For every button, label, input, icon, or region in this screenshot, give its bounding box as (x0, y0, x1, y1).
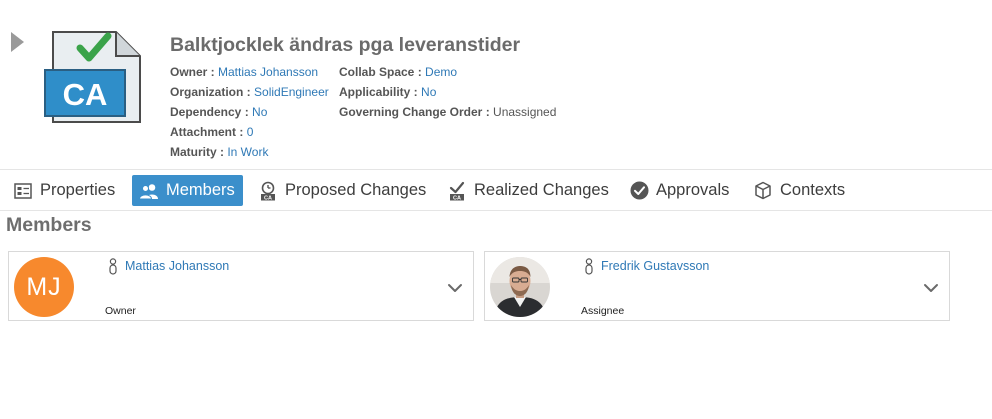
expand-toggle-icon[interactable] (11, 32, 24, 52)
svg-text:CA: CA (63, 77, 108, 112)
tab-realized-changes-label: Realized Changes (474, 181, 609, 199)
properties-column-2: Collab Space : Demo Applicability : No G… (339, 62, 556, 122)
property-applicability: Applicability : No (339, 85, 437, 99)
property-dependency: Dependency : No (170, 105, 268, 119)
realized-changes-icon: CA (447, 181, 467, 201)
members-icon (139, 181, 159, 201)
tab-members-label: Members (166, 181, 235, 199)
tab-members[interactable]: Members (132, 175, 243, 206)
avatar-photo-icon (490, 257, 550, 317)
tab-contexts-label: Contexts (780, 181, 846, 199)
owner-link[interactable]: Mattias Johansson (218, 65, 318, 79)
member-role: Owner (105, 305, 136, 317)
member-card: MJ Mattias Johansson Owner (8, 251, 474, 321)
collab-space-link[interactable]: Demo (425, 65, 457, 79)
property-attachment: Attachment : 0 (170, 125, 254, 139)
change-action-document-icon: CA (44, 31, 141, 123)
svg-text:CA: CA (453, 195, 461, 200)
tab-realized-changes[interactable]: CA Realized Changes (447, 175, 609, 206)
property-maturity: Maturity : In Work (170, 145, 269, 159)
member-name-link[interactable]: Mattias Johansson (125, 259, 229, 273)
avatar (490, 257, 550, 317)
tab-bar: Properties Members CA Proposed Changes C… (0, 169, 992, 211)
property-governing-change-order: Governing Change Order : Unassigned (339, 105, 557, 119)
properties-icon (13, 181, 33, 201)
tab-properties[interactable]: Properties (13, 175, 115, 206)
attachment-link[interactable]: 0 (247, 125, 254, 139)
svg-text:CA: CA (264, 195, 272, 200)
tab-contexts[interactable]: Contexts (753, 175, 845, 206)
maturity-link[interactable]: In Work (227, 145, 268, 159)
person-icon (585, 258, 593, 275)
avatar: MJ (14, 257, 74, 317)
chevron-down-icon[interactable] (923, 282, 939, 294)
members-section-title: Members (6, 214, 92, 236)
property-owner: Owner : Mattias Johansson (170, 65, 319, 79)
member-name-link[interactable]: Fredrik Gustavsson (601, 259, 709, 273)
tab-approvals-label: Approvals (656, 181, 730, 199)
dependency-link[interactable]: No (252, 105, 267, 119)
tab-approvals[interactable]: Approvals (629, 175, 729, 206)
property-collab-space: Collab Space : Demo (339, 65, 458, 79)
person-icon (109, 258, 117, 275)
member-role: Assignee (581, 305, 625, 317)
tab-proposed-changes-label: Proposed Changes (285, 181, 427, 199)
tab-properties-label: Properties (40, 181, 116, 199)
chevron-down-icon[interactable] (447, 282, 463, 294)
organization-link[interactable]: SolidEngineer (254, 85, 329, 99)
properties-column-1: Owner : Mattias Johansson Organization :… (170, 62, 329, 162)
contexts-icon (753, 181, 773, 201)
governing-change-order-value: Unassigned (493, 105, 557, 119)
proposed-changes-icon: CA (258, 181, 278, 201)
property-organization: Organization : SolidEngineer (170, 85, 329, 99)
approvals-icon (629, 181, 649, 201)
applicability-link[interactable]: No (421, 85, 436, 99)
member-card: Fredrik Gustavsson Assignee (484, 251, 950, 321)
tab-proposed-changes[interactable]: CA Proposed Changes (258, 175, 426, 206)
page-title: Balktjocklek ändras pga leveranstider (170, 34, 521, 56)
